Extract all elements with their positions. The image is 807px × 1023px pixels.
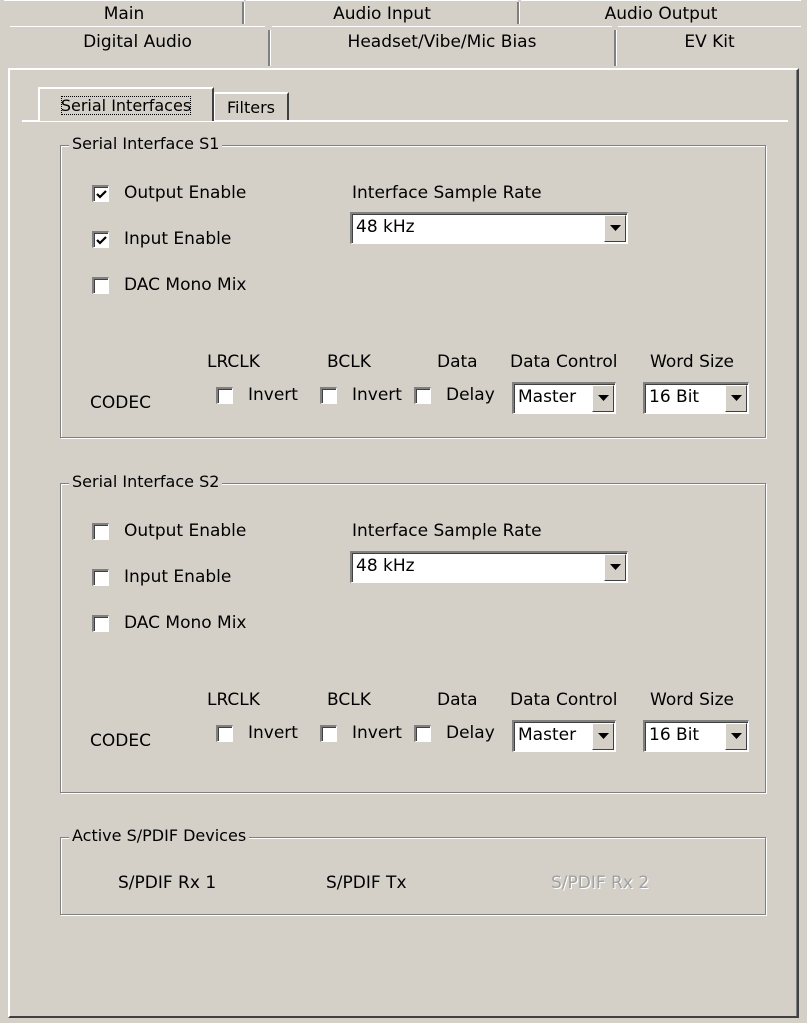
subtab-serial-interfaces-label: Serial Interfaces	[58, 93, 194, 118]
s1-dac-mono-mix-checkbox[interactable]	[92, 277, 109, 294]
spdif-group-title: Active S/PDIF Devices	[69, 826, 250, 845]
s1-word-size-value: 16 Bit	[649, 387, 700, 407]
s2-data-control-label: Data Control	[510, 690, 618, 710]
tab-divider	[614, 30, 617, 66]
s1-word-size-arrow[interactable]	[725, 385, 747, 412]
group-s1-title: Serial Interface S1	[69, 134, 223, 153]
s2-data-control-arrow[interactable]	[592, 723, 614, 750]
s1-lrclk-invert-checkbox[interactable]	[216, 387, 233, 404]
s2-word-size-value: 16 Bit	[649, 725, 700, 745]
s1-lrclk-invert-label: Invert	[248, 385, 298, 405]
s2-sample-rate-arrow[interactable]	[604, 554, 626, 581]
s1-dac-mono-mix-label: DAC Mono Mix	[124, 275, 247, 295]
tab-audio-input[interactable]: Audio Input	[246, 0, 518, 26]
s1-word-size-dropdown[interactable]: 16 Bit	[643, 382, 749, 414]
s1-data-delay-checkbox[interactable]	[414, 387, 431, 404]
tab-ev-kit[interactable]: EV Kit	[618, 26, 801, 56]
subtab-filters-label: Filters	[227, 97, 275, 117]
s2-lrclk-label: LRCLK	[207, 690, 260, 710]
chevron-down-icon	[730, 733, 742, 739]
s2-lrclk-invert-checkbox[interactable]	[216, 725, 233, 742]
page-edge	[796, 70, 797, 1016]
s2-bclk-invert-label: Invert	[352, 723, 402, 743]
s2-data-control-dropdown[interactable]: Master	[512, 720, 616, 752]
s1-bclk-invert-label: Invert	[352, 385, 402, 405]
tab-headset-vibe-mic-bias-label: Headset/Vibe/Mic Bias	[347, 31, 537, 52]
s1-data-control-arrow[interactable]	[592, 385, 614, 412]
s2-word-size-arrow[interactable]	[725, 723, 747, 750]
tab-digital-audio-label: Digital Audio	[83, 31, 192, 52]
chevron-down-icon	[597, 733, 609, 739]
chevron-down-icon	[609, 225, 621, 231]
s1-sample-rate-label: Interface Sample Rate	[352, 183, 542, 203]
s2-codec-label: CODEC	[90, 731, 151, 751]
subtab-serial-interfaces[interactable]: Serial Interfaces	[38, 87, 214, 121]
s2-data-delay-checkbox[interactable]	[414, 725, 431, 742]
s1-sample-rate-dropdown[interactable]: 48 kHz	[350, 212, 628, 244]
s1-codec-label: CODEC	[90, 393, 151, 413]
s2-data-label: Data	[437, 690, 478, 710]
tab-main-label: Main	[103, 3, 145, 24]
s1-input-enable-label: Input Enable	[124, 229, 232, 249]
s1-bclk-invert-checkbox[interactable]	[320, 387, 337, 404]
subtab-filters[interactable]: Filters	[213, 92, 289, 120]
spdif-tx-label: S/PDIF Tx	[326, 873, 407, 893]
s1-output-enable-label: Output Enable	[124, 183, 247, 203]
s2-bclk-label: BCLK	[327, 690, 371, 710]
tab-divider	[517, 2, 520, 24]
spdif-rx1-label: S/PDIF Rx 1	[118, 873, 217, 893]
s2-word-size-label: Word Size	[650, 690, 734, 710]
spdif-rx2-label: S/PDIF Rx 2	[551, 873, 650, 893]
chevron-down-icon	[597, 395, 609, 401]
group-s2-title: Serial Interface S2	[69, 472, 223, 491]
tab-divider	[268, 30, 271, 66]
s1-sample-rate-value: 48 kHz	[356, 217, 415, 237]
s2-sample-rate-value: 48 kHz	[356, 556, 415, 576]
tab-digital-audio[interactable]: Digital Audio	[10, 26, 265, 56]
s2-dac-mono-mix-label: DAC Mono Mix	[124, 613, 247, 633]
s2-word-size-dropdown[interactable]: 16 Bit	[643, 720, 749, 752]
s1-data-control-value: Master	[518, 387, 577, 407]
s2-output-enable-checkbox[interactable]	[92, 523, 109, 540]
checkmark-icon	[95, 189, 107, 199]
tab-headset-vibe-mic-bias[interactable]: Headset/Vibe/Mic Bias	[272, 26, 612, 56]
s1-sample-rate-arrow[interactable]	[604, 215, 626, 242]
s1-input-enable-checkbox[interactable]	[92, 231, 109, 248]
tab-audio-input-label: Audio Input	[333, 3, 431, 24]
chevron-down-icon	[609, 564, 621, 570]
s2-sample-rate-label: Interface Sample Rate	[352, 521, 542, 541]
checkmark-icon	[95, 235, 107, 245]
s1-output-enable-checkbox[interactable]	[92, 185, 109, 202]
chevron-down-icon	[730, 395, 742, 401]
s2-dac-mono-mix-checkbox[interactable]	[92, 615, 109, 632]
s2-sample-rate-dropdown[interactable]: 48 kHz	[350, 551, 628, 583]
s1-data-label: Data	[437, 352, 478, 372]
s2-lrclk-invert-label: Invert	[248, 723, 298, 743]
s1-data-control-dropdown[interactable]: Master	[512, 382, 616, 414]
s2-input-enable-checkbox[interactable]	[92, 569, 109, 586]
s2-output-enable-label: Output Enable	[124, 521, 247, 541]
s2-data-control-value: Master	[518, 725, 577, 745]
s2-bclk-invert-checkbox[interactable]	[320, 725, 337, 742]
s1-word-size-label: Word Size	[650, 352, 734, 372]
s2-input-enable-label: Input Enable	[124, 567, 232, 587]
s1-bclk-label: BCLK	[327, 352, 371, 372]
tab-audio-output-label: Audio Output	[604, 3, 718, 24]
tab-divider	[242, 2, 245, 24]
s2-data-delay-label: Delay	[446, 723, 495, 743]
tab-ev-kit-label: EV Kit	[684, 31, 735, 52]
s1-data-delay-label: Delay	[446, 385, 495, 405]
tab-main[interactable]: Main	[4, 0, 244, 26]
tab-audio-output[interactable]: Audio Output	[521, 0, 801, 26]
s1-data-control-label: Data Control	[510, 352, 618, 372]
s1-lrclk-label: LRCLK	[207, 352, 260, 372]
